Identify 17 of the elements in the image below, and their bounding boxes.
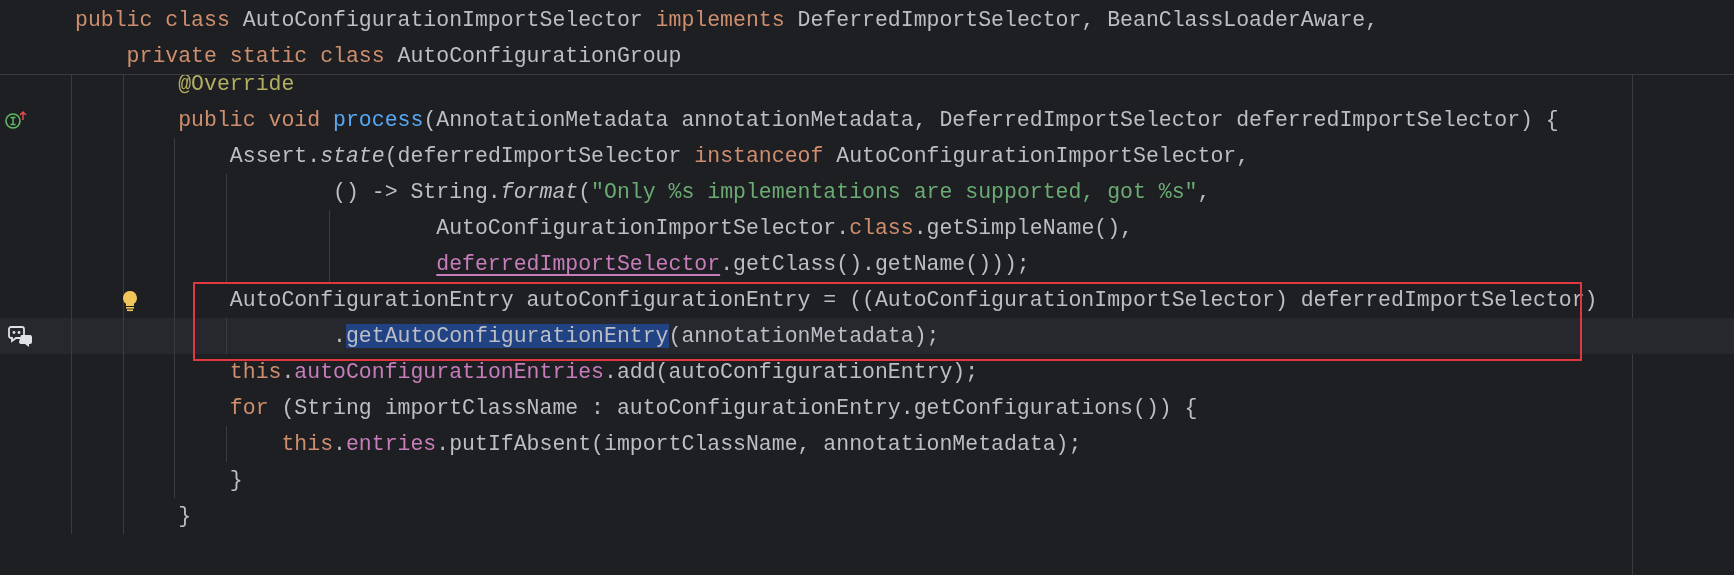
code-line: @Override xyxy=(178,71,295,98)
implemented-marker-icon[interactable] xyxy=(4,110,28,130)
chat-bubbles-icon[interactable] xyxy=(8,324,34,348)
code-line: public void process(AnnotationMetadata annotationMetadata, DeferredImportSelector deferredImportSelector) { xyxy=(178,107,1559,134)
lightbulb-icon[interactable] xyxy=(121,290,139,312)
code-line: deferredImportSelector.getClass().getName())); xyxy=(436,251,1030,278)
code-line: .getAutoConfigurationEntry(annotationMetadata); xyxy=(333,323,940,350)
code-line: Assert.state(deferredImportSelector instanceof AutoConfigurationImportSelector, xyxy=(229,143,1250,170)
code-line: for (String importClassName : autoConfigurationEntry.getConfigurations()) { xyxy=(229,395,1198,422)
code-line: public class AutoConfigurationImportSelector implements DeferredImportSelector, BeanClassLoaderAware, xyxy=(75,7,1379,34)
code-line: this.entries.putIfAbsent(importClassName, annotationMetadata); xyxy=(281,431,1082,458)
code-line: } xyxy=(178,503,192,530)
code-line: private static class AutoConfigurationGroup xyxy=(126,43,682,70)
code-line: this.autoConfigurationEntries.add(autoConfigurationEntry); xyxy=(229,359,979,386)
code-line: } xyxy=(229,467,243,494)
code-line: AutoConfigurationImportSelector.class.getSimpleName(), xyxy=(436,215,1133,242)
code-line: () -> String.format("Only %s implementations are supported, got %s", xyxy=(333,179,1211,206)
